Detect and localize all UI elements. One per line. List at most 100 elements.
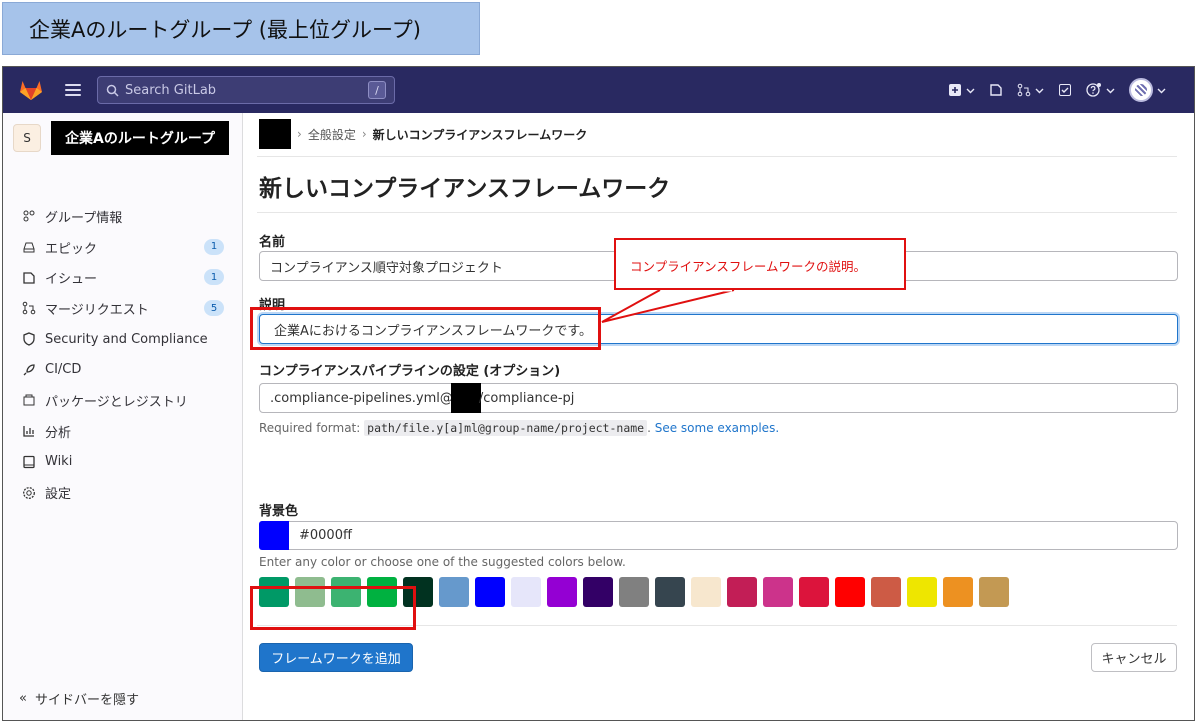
color-swatch[interactable] [943, 577, 973, 607]
sidebar-item-label: エピック [45, 241, 98, 257]
help-icon [1086, 83, 1101, 97]
add-framework-button[interactable]: フレームワークを追加 [259, 643, 413, 672]
redacted-block [450, 383, 481, 413]
sidebar-item-merge-requests[interactable]: マージリクエスト 5 [3, 293, 242, 324]
sidebar-item-epics[interactable]: エピック 1 [3, 232, 242, 263]
color-swatch[interactable] [799, 577, 829, 607]
color-swatch[interactable] [367, 577, 397, 607]
chevron-down-icon [1035, 88, 1044, 93]
color-swatch[interactable] [727, 577, 757, 607]
pipeline-config-field[interactable]: .compliance-pipelines.yml@ /compliance-pj [259, 383, 1178, 413]
double-chevron-left-icon: « [19, 691, 27, 706]
collapse-label: サイドバーを隠す [34, 693, 139, 708]
color-swatches [259, 577, 1009, 607]
breadcrumb-separator-icon: › [297, 127, 302, 141]
color-swatch[interactable] [475, 577, 505, 607]
epic-icon [21, 239, 37, 255]
color-swatch[interactable] [763, 577, 793, 607]
search-placeholder: Search GitLab [125, 82, 217, 98]
required-format-code: path/file.y[a]ml@group-name/project-name [364, 420, 648, 436]
breadcrumb-redacted-group[interactable] [259, 119, 291, 149]
sidebar-item-wiki[interactable]: Wiki [3, 447, 242, 478]
color-swatch[interactable] [691, 577, 721, 607]
color-swatch[interactable] [511, 577, 541, 607]
help-button[interactable] [1086, 82, 1115, 98]
sidebar-item-label: イシュー [45, 272, 98, 288]
menu-icon[interactable] [65, 81, 81, 97]
todo-check-icon [1059, 84, 1071, 96]
sidebar-item-security[interactable]: Security and Compliance [3, 324, 242, 355]
background-color-label: 背景色 [259, 504, 299, 519]
sidebar-item-cicd[interactable]: CI/CD [3, 354, 242, 385]
pipeline-value-prefix: .compliance-pipelines.yml@ [270, 390, 453, 406]
sidebar-item-label: Security and Compliance [45, 331, 208, 347]
count-badge: 1 [204, 269, 224, 286]
color-swatch[interactable] [331, 577, 361, 607]
user-avatar [1129, 78, 1153, 102]
group-info-icon [21, 208, 37, 224]
required-format-label: Required format: [259, 421, 361, 435]
annotation-caption: 企業Aのルートグループ (最上位グループ) [2, 2, 480, 55]
gear-icon [21, 485, 37, 501]
color-preview[interactable] [259, 520, 289, 550]
sidebar-item-label: パッケージとレジストリ [45, 394, 188, 410]
pipeline-value-suffix: /compliance-pj [478, 390, 575, 406]
sidebar-item-packages[interactable]: パッケージとレジストリ [3, 385, 242, 416]
color-field[interactable]: #0000ff [259, 520, 1178, 550]
issues-button[interactable] [989, 83, 1003, 97]
color-swatch[interactable] [547, 577, 577, 607]
sidebar-item-settings[interactable]: 設定 [3, 477, 242, 508]
breadcrumb-separator-icon: › [361, 127, 367, 141]
callout-text: コンプライアンスフレームワークの説明。 [630, 259, 867, 274]
merge-requests-button[interactable] [1017, 83, 1044, 97]
breadcrumb: › 全般設定 › 新しいコンプライアンスフレームワーク [259, 118, 587, 150]
todos-button[interactable] [1058, 83, 1072, 97]
group-name: 企業Aのルートグループ [51, 121, 229, 155]
sidebar-nav: グループ情報 エピック 1 イシュー 1 マージリクエスト 5 Security… [3, 201, 242, 508]
chart-icon [21, 423, 37, 439]
top-navbar: Search GitLab / [3, 67, 1194, 113]
top-actions [948, 67, 1166, 113]
sidebar-item-label: 分析 [45, 425, 72, 441]
user-menu-button[interactable] [1129, 78, 1166, 102]
description-value: 企業Aにおけるコンプライアンスフレームワークです。 [274, 323, 593, 339]
group-header[interactable]: S 企業Aのルートグループ [13, 121, 229, 155]
chevron-down-icon [1157, 88, 1166, 93]
color-swatch[interactable] [655, 577, 685, 607]
color-swatch[interactable] [979, 577, 1009, 607]
color-swatch[interactable] [619, 577, 649, 607]
collapse-sidebar-button[interactable]: « サイドバーを隠す [19, 689, 139, 708]
color-swatch[interactable] [439, 577, 469, 607]
cancel-button[interactable]: キャンセル [1091, 643, 1177, 672]
search-input[interactable]: Search GitLab / [97, 76, 395, 104]
main-content: › 全般設定 › 新しいコンプライアンスフレームワーク 新しいコンプライアンスフ… [243, 113, 1194, 720]
see-examples-link[interactable]: See some examples. [655, 421, 779, 435]
color-swatch[interactable] [871, 577, 901, 607]
sidebar-item-group-info[interactable]: グループ情報 [3, 201, 242, 232]
breadcrumb-current: 新しいコンプライアンスフレームワーク [372, 127, 588, 142]
page-title: 新しいコンプライアンスフレームワーク [259, 176, 671, 202]
create-new-button[interactable] [948, 83, 975, 97]
color-swatch[interactable] [835, 577, 865, 607]
color-swatch[interactable] [295, 577, 325, 607]
issues-icon [990, 84, 1002, 96]
book-icon [21, 454, 37, 470]
count-badge: 5 [204, 300, 224, 317]
color-help-text: Enter any color or choose one of the sug… [259, 555, 626, 569]
sidebar-item-label: グループ情報 [45, 210, 123, 226]
breadcrumb-settings[interactable]: 全般設定 [308, 126, 356, 143]
name-label: 名前 [259, 235, 286, 250]
color-value: #0000ff [299, 528, 352, 543]
color-swatch[interactable] [259, 577, 289, 607]
sidebar-item-issues[interactable]: イシュー 1 [3, 262, 242, 293]
color-swatch[interactable] [907, 577, 937, 607]
search-shortcut-key: / [368, 81, 386, 99]
group-avatar: S [13, 124, 41, 152]
color-swatch[interactable] [583, 577, 613, 607]
gitlab-logo-icon[interactable] [19, 79, 43, 101]
color-swatch[interactable] [403, 577, 433, 607]
divider [257, 625, 1177, 626]
sidebar-item-analytics[interactable]: 分析 [3, 416, 242, 447]
chevron-down-icon [1106, 88, 1115, 93]
sidebar-item-label: Wiki [45, 454, 73, 470]
